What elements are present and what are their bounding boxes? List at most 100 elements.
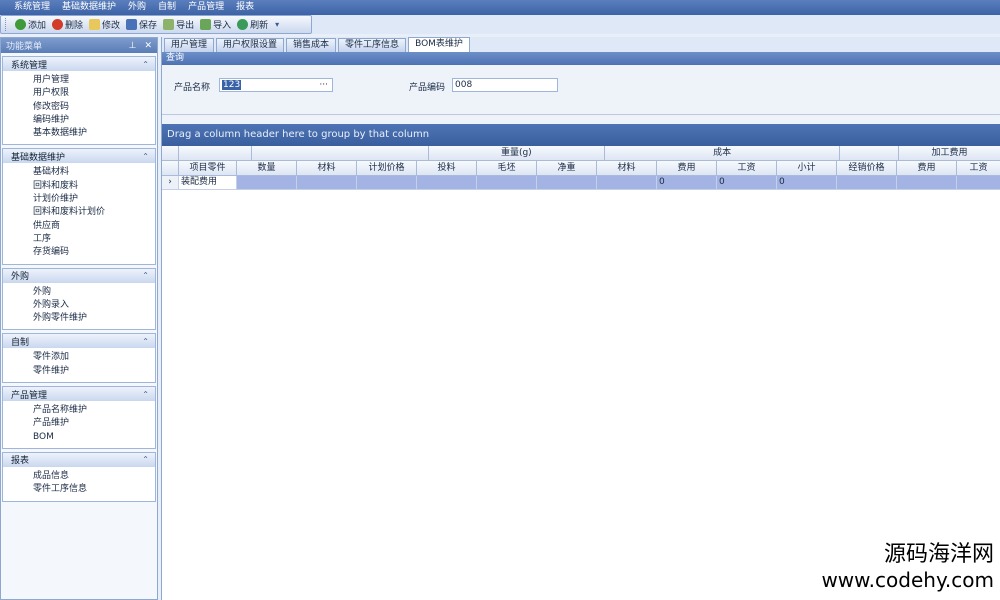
toolbar-overflow-icon[interactable]: ▾ [275,20,279,29]
menu-item-0[interactable]: 系统管理 [8,0,56,15]
table-cell[interactable]: 装配费用 [179,176,237,190]
pin-icon[interactable]: ⊥ [129,41,137,51]
table-cell[interactable] [237,176,297,190]
tab-1[interactable]: 用户权限设置 [216,38,285,52]
toolbar-button-6[interactable]: 刷新 [234,16,271,33]
column-header[interactable]: 计划价格 [357,161,417,176]
menu-item-link[interactable]: 回料和废料计划价 [33,206,155,219]
menu-group-title: 自制 [11,337,30,348]
table-cell[interactable] [477,176,537,190]
toolbar-button-3[interactable]: 保存 [123,16,160,33]
table-cell[interactable]: 0 [717,176,777,190]
menu-item-link[interactable]: 修改密码 [33,101,155,114]
menu-item-link[interactable]: 外购零件维护 [33,312,155,325]
toolbar-button-label: 添加 [28,21,47,31]
menu-item-link[interactable]: 产品名称维护 [33,404,155,417]
product-code-input[interactable]: 008 [452,78,558,92]
menu-item-link[interactable]: BOM [33,431,155,444]
group-by-panel[interactable]: Drag a column header here to group by th… [162,124,1000,146]
close-icon[interactable]: ✕ [144,41,152,51]
collapse-icon[interactable]: ⌃ [142,337,149,346]
menu-item-link[interactable]: 外购 [33,286,155,299]
collapse-icon[interactable]: ⌃ [142,390,149,399]
menu-group-header[interactable]: 自制 ⌃ [3,334,155,349]
collapse-icon[interactable]: ⌃ [142,271,149,280]
menu-item-3[interactable]: 自制 [152,0,182,15]
column-header[interactable]: 数量 [237,161,297,176]
column-header[interactable]: 经销价格 [837,161,897,176]
column-header[interactable]: 毛坯 [477,161,537,176]
column-header[interactable]: 费用 [657,161,717,176]
toolbar-button-2[interactable]: 修改 [86,16,123,33]
edit-icon [89,19,101,30]
toolbar-button-0[interactable]: 添加 [12,16,49,33]
column-header[interactable]: 工资 [717,161,777,176]
product-name-browse-button[interactable]: ··· [319,79,328,91]
menu-item-5[interactable]: 报表 [230,0,260,15]
toolbar-button-5[interactable]: 导入 [197,16,234,33]
column-header[interactable]: 小计 [777,161,837,176]
menu-item-link[interactable]: 基础材料 [33,166,155,179]
add-icon [15,19,26,30]
column-header[interactable]: 材料 [597,161,657,176]
tab-3[interactable]: 零件工序信息 [338,38,407,52]
menu-group-header[interactable]: 产品管理 ⌃ [3,387,155,402]
table-cell[interactable] [597,176,657,190]
collapse-icon[interactable]: ⌃ [142,152,149,161]
toolbar-button-4[interactable]: 导出 [160,16,197,33]
collapse-icon[interactable]: ⌃ [142,455,149,464]
menu-item-link[interactable]: 存货编码 [33,246,155,259]
band-header [178,146,253,161]
column-header[interactable]: 材料 [297,161,357,176]
menu-item-link[interactable]: 工序 [33,233,155,246]
tab-0[interactable]: 用户管理 [164,38,215,52]
table-row[interactable]: › 装配费用 0 0 0 [162,176,1000,190]
menu-item-link[interactable]: 用户管理 [33,74,155,87]
toolbar-button-label: 删除 [65,21,84,31]
product-name-input[interactable]: 123 ··· [219,78,333,92]
menu-item-link[interactable]: 零件维护 [33,365,155,378]
menu-group-title: 报表 [11,456,30,467]
menu-item-4[interactable]: 产品管理 [182,0,230,15]
menu-item-link[interactable]: 产品维护 [33,417,155,430]
menu-item-link[interactable]: 计划价维护 [33,193,155,206]
column-header[interactable]: 投料 [417,161,477,176]
menu-group-title: 基础数据维护 [11,152,66,163]
column-header[interactable]: 费用 [897,161,957,176]
menu-item-2[interactable]: 外购 [122,0,152,15]
tab-2[interactable]: 销售成本 [286,38,337,52]
table-cell[interactable] [837,176,897,190]
table-cell[interactable] [537,176,597,190]
toolbar-button-1[interactable]: 删除 [49,16,86,33]
menu-item-link[interactable]: 外购录入 [33,299,155,312]
column-header[interactable]: 工资 [957,161,1000,176]
table-cell[interactable] [897,176,957,190]
grid-empty-area [162,190,1000,600]
collapse-icon[interactable]: ⌃ [142,60,149,69]
menu-group-header[interactable]: 报表 ⌃ [3,452,155,467]
menu-item-link[interactable]: 零件添加 [33,351,155,364]
table-cell[interactable]: 0 [777,176,837,190]
watermark-line2: www.codehy.com [821,568,994,592]
menu-item-link[interactable]: 回料和废料 [33,180,155,193]
table-cell[interactable] [357,176,417,190]
menu-group-header[interactable]: 基础数据维护 ⌃ [3,149,155,164]
menu-item-link[interactable]: 零件工序信息 [33,483,155,496]
table-cell[interactable]: 0 [657,176,717,190]
query-section-title: 查询 [162,52,1000,65]
menu-item-1[interactable]: 基础数据维护 [56,0,122,15]
menu-group-header[interactable]: 系统管理 ⌃ [3,57,155,71]
menu-item-link[interactable]: 编码维护 [33,114,155,127]
menu-item-link[interactable]: 供应商 [33,220,155,233]
toolbar-grip[interactable] [5,18,8,31]
menu-group-header[interactable]: 外购 ⌃ [3,268,155,283]
table-cell[interactable] [417,176,477,190]
tab-4[interactable]: BOM表维护 [408,37,470,52]
menu-item-link[interactable]: 用户权限 [33,87,155,100]
menu-item-link[interactable]: 基本数据维护 [33,127,155,140]
table-cell[interactable] [297,176,357,190]
column-header[interactable]: 净重 [537,161,597,176]
menu-item-link[interactable]: 成品信息 [33,470,155,483]
column-header[interactable]: 项目零件 [179,161,237,176]
table-cell[interactable] [957,176,1000,190]
